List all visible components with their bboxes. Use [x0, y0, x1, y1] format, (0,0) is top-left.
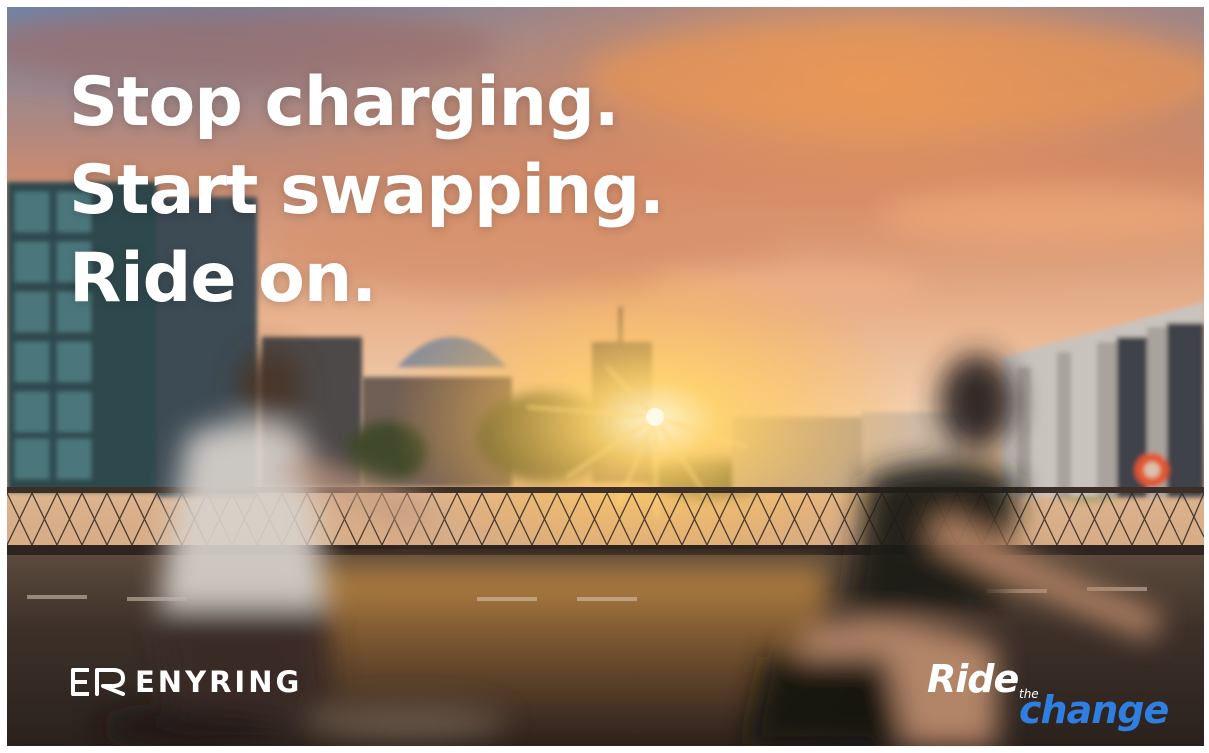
slogan-ride: Ride [927, 657, 1019, 701]
er-monogram-icon [71, 668, 125, 696]
headline: Stop charging. Start swapping. Ride on. [69, 59, 665, 323]
headline-line-1: Stop charging. [69, 63, 620, 142]
ad-banner: Stop charging. Start swapping. Ride on. … [7, 7, 1204, 746]
brand-name: ENYRING [135, 665, 303, 699]
headline-line-3: Ride on. [69, 239, 377, 318]
headline-line-2: Start swapping. [69, 151, 665, 230]
slogan-change: change [1019, 688, 1169, 732]
enyring-logo: ENYRING [67, 662, 302, 702]
ride-the-change-logo: Ride the change [919, 657, 1189, 737]
